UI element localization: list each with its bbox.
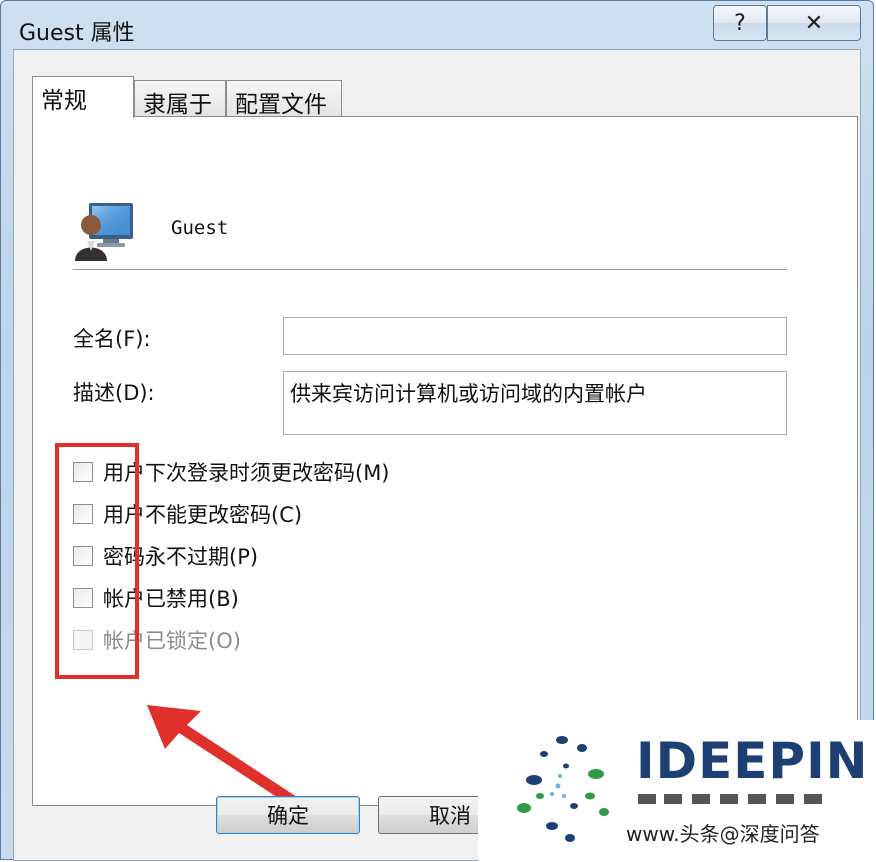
checkbox-label: 用户下次登录时须更改密码(M): [103, 461, 390, 485]
spiral-logo-icon: [517, 736, 609, 842]
user-computer-icon: [73, 199, 137, 267]
description-label: 描述(D):: [73, 381, 155, 405]
tab-profile[interactable]: 配置文件: [226, 80, 342, 118]
separator: [73, 269, 787, 271]
annotation-arrow-icon: [143, 697, 303, 811]
tab-member-of[interactable]: 隶属于: [134, 80, 226, 118]
watermark: IDEEPIN www.头条@深度问答: [478, 720, 876, 862]
username-label: Guest: [171, 217, 229, 239]
general-tab-page: Guest 全名(F): 描述(D): 供来宾访问计算机或访问域的内置帐户 用户…: [32, 116, 858, 806]
fullname-label: 全名(F):: [73, 327, 151, 351]
watermark-url: www.头条@深度问答: [626, 822, 820, 846]
watermark-subtitle-icon: [638, 794, 822, 804]
ok-button[interactable]: 确定: [216, 796, 360, 834]
description-input[interactable]: 供来宾访问计算机或访问域的内置帐户: [283, 371, 787, 435]
tab-label: 隶属于: [143, 92, 212, 118]
watermark-logo-text: IDEEPIN: [636, 732, 869, 790]
fullname-input[interactable]: [283, 317, 787, 355]
tab-general[interactable]: 常规: [32, 76, 134, 118]
tab-label: 常规: [41, 88, 87, 114]
help-button[interactable]: ?: [713, 5, 767, 41]
help-icon: ?: [734, 10, 746, 36]
annotation-highlight-box: [55, 443, 139, 679]
close-icon: ✕: [804, 10, 824, 36]
tab-label: 配置文件: [235, 92, 327, 118]
close-button[interactable]: ✕: [767, 5, 861, 41]
window-title: Guest 属性: [19, 21, 135, 46]
